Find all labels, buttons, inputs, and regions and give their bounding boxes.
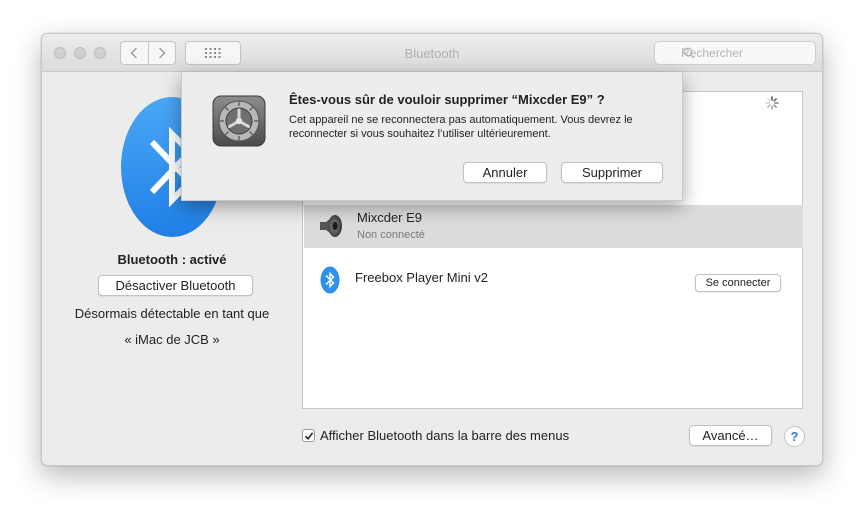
title-bar: Bluetooth Rechercher <box>42 34 822 72</box>
delete-confirmation-dialog: Êtes-vous sûr de vouloir supprimer “Mixc… <box>181 72 683 201</box>
device-row-mixcder[interactable]: Mixcder E9 Non connecté <box>304 205 803 248</box>
bluetooth-icon <box>320 266 340 294</box>
speaker-icon <box>320 215 342 237</box>
show-in-menu-bar-label: Afficher Bluetooth dans la barre des men… <box>320 428 570 443</box>
cancel-button[interactable]: Annuler <box>463 162 547 183</box>
device-row-freebox[interactable]: Freebox Player Mini v2 Se connecter <box>304 257 803 299</box>
device-name: Freebox Player Mini v2 <box>355 270 488 285</box>
system-preferences-gear-icon <box>212 95 266 147</box>
device-name: Mixcder E9 <box>357 210 423 225</box>
help-button[interactable]: ? <box>784 426 805 447</box>
dialog-title: Êtes-vous sûr de vouloir supprimer “Mixc… <box>289 92 605 107</box>
disable-bluetooth-button[interactable]: Désactiver Bluetooth <box>98 275 253 296</box>
delete-button[interactable]: Supprimer <box>561 162 663 183</box>
show-in-menu-bar-checkbox[interactable] <box>302 429 315 442</box>
advanced-button[interactable]: Avancé… <box>689 425 772 446</box>
checkmark-icon <box>304 431 313 440</box>
dialog-message: Cet appareil ne se reconnectera pas auto… <box>289 114 633 140</box>
search-field[interactable]: Rechercher <box>654 41 816 65</box>
device-status: Non connecté <box>357 229 425 241</box>
bluetooth-status: Bluetooth : activé <box>117 252 227 267</box>
discoverable-text: Désormais détectable en tant que <box>74 306 270 321</box>
connect-button[interactable]: Se connecter <box>695 274 781 292</box>
computer-name: « iMac de JCB » <box>124 332 220 347</box>
search-icon <box>683 47 695 59</box>
loading-spinner-icon <box>765 96 779 110</box>
